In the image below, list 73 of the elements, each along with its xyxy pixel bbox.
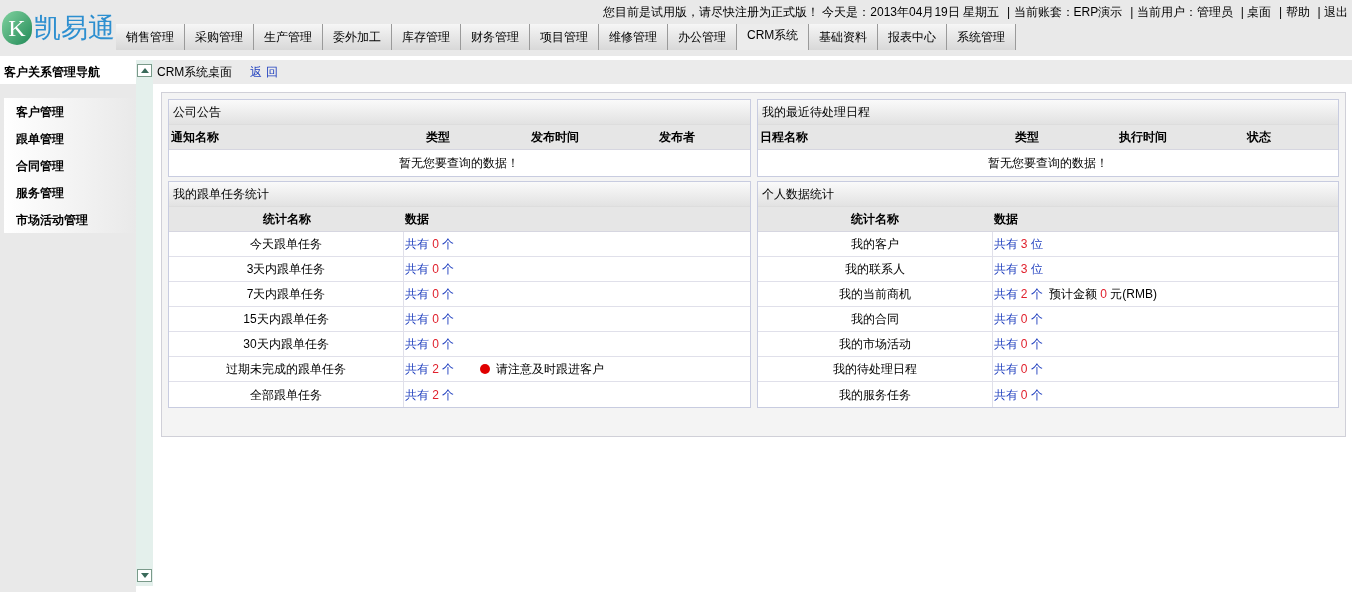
stat-name: 我的待处理日程 <box>832 361 917 378</box>
empty-message: 暂无您要查询的数据！ <box>987 155 1108 172</box>
stat-name: 15天内跟单任务 <box>243 311 329 328</box>
nav-tab[interactable]: 系统管理 <box>947 24 1017 50</box>
data-value: 共有 2 个 <box>993 286 1043 303</box>
logo-icon: K <box>2 11 32 45</box>
column-header: 日程名称 <box>758 129 809 146</box>
stat-name: 全部跟单任务 <box>250 386 322 404</box>
data-value: 共有 0 个 <box>993 361 1043 378</box>
stat-name: 过期未完成的跟单任务 <box>226 361 346 378</box>
stat-name: 我的联系人 <box>844 261 905 278</box>
logo-text: 凯易通 <box>34 14 115 42</box>
panel-title: 我的跟单任务统计 <box>169 182 750 207</box>
alert-text: 请注意及时跟进客户 <box>496 361 605 378</box>
sidebar-title: 客户关系管理导航 <box>0 60 136 84</box>
header-info: | 当前账套：ERP演示 <box>1007 4 1123 21</box>
nav-tab[interactable]: 办公管理 <box>668 24 737 50</box>
panel-title: 公司公告 <box>169 100 750 125</box>
stat-name: 30天内跟单任务 <box>243 336 329 353</box>
stat-name: 7天内跟单任务 <box>246 286 326 303</box>
column-header: 统计名称 <box>850 211 900 228</box>
header-link[interactable]: | 桌面 <box>1240 3 1272 21</box>
stat-name: 我的当前商机 <box>838 286 911 303</box>
stat-name: 我的客户 <box>850 236 899 253</box>
stat-name: 我的合同 <box>850 311 899 328</box>
nav-tab[interactable]: 采购管理 <box>185 24 254 50</box>
nav-tab[interactable]: 财务管理 <box>461 24 530 50</box>
column-header: 状态 <box>1245 129 1273 146</box>
column-header: 类型 <box>425 129 452 146</box>
empty-message: 暂无您要查询的数据！ <box>399 155 520 172</box>
column-header: 发布时间 <box>529 129 580 146</box>
data-value: 共有 0 个 <box>993 386 1043 404</box>
nav-tab[interactable]: 维修管理 <box>599 24 668 50</box>
data-value: 共有 3 位 <box>993 261 1043 278</box>
nav-tab[interactable]: 销售管理 <box>116 24 185 50</box>
data-value: 共有 0 个 <box>405 336 455 353</box>
panel-title: 我的最近待处理日程 <box>757 100 1338 125</box>
stat-name: 3天内跟单任务 <box>246 261 326 278</box>
nav-tab[interactable]: 报表中心 <box>878 24 948 50</box>
page-title: CRM系统桌面 <box>157 64 233 81</box>
nav-tab[interactable]: 委外加工 <box>323 24 392 50</box>
data-value: 共有 2 个 <box>405 386 455 404</box>
column-header: 执行时间 <box>1118 129 1169 146</box>
data-value: 共有 0 个 <box>993 336 1043 353</box>
column-header: 类型 <box>1013 129 1040 146</box>
data-value: 共有 2 个 <box>405 361 455 378</box>
collapse-down-icon[interactable] <box>137 569 152 582</box>
nav-tab[interactable]: 项目管理 <box>530 24 599 50</box>
nav-tab[interactable]: 库存管理 <box>392 24 461 50</box>
back-link[interactable]: 返 回 <box>250 63 278 81</box>
panel-title: 个人数据统计 <box>757 182 1338 207</box>
column-header: 统计名称 <box>261 211 312 228</box>
nav-tab[interactable]: 生产管理 <box>254 24 323 50</box>
column-header: 通知名称 <box>170 129 220 146</box>
header-link[interactable]: | 退出 <box>1317 3 1348 21</box>
nav-tab[interactable]: 基础资料 <box>809 24 879 50</box>
data-value: 共有 0 个 <box>993 311 1043 328</box>
data-value: 共有 0 个 <box>405 261 455 278</box>
stat-name: 今天跟单任务 <box>250 236 322 253</box>
column-header: 发布者 <box>657 129 696 146</box>
stat-name: 我的服务任务 <box>838 386 911 404</box>
data-value: 共有 0 个 <box>405 236 455 253</box>
column-header: 数据 <box>404 211 430 228</box>
trial-notice: 您目前是试用版，请尽快注册为正式版！ 今天是：2013年04月19日 星期五 <box>603 4 1000 21</box>
column-header: 数据 <box>992 211 1019 228</box>
data-value: 共有 0 个 <box>405 311 455 328</box>
data-value: 共有 3 位 <box>993 236 1043 253</box>
stat-name: 我的市场活动 <box>838 336 911 353</box>
data-value: 共有 0 个 <box>405 286 455 303</box>
header-info: | 当前用户：管理员 <box>1130 4 1233 21</box>
header-link[interactable]: | 帮助 <box>1279 3 1310 21</box>
collapse-up-icon[interactable] <box>137 64 152 77</box>
estimate-value: 预计金额 0 元(RMB) <box>1048 286 1157 303</box>
